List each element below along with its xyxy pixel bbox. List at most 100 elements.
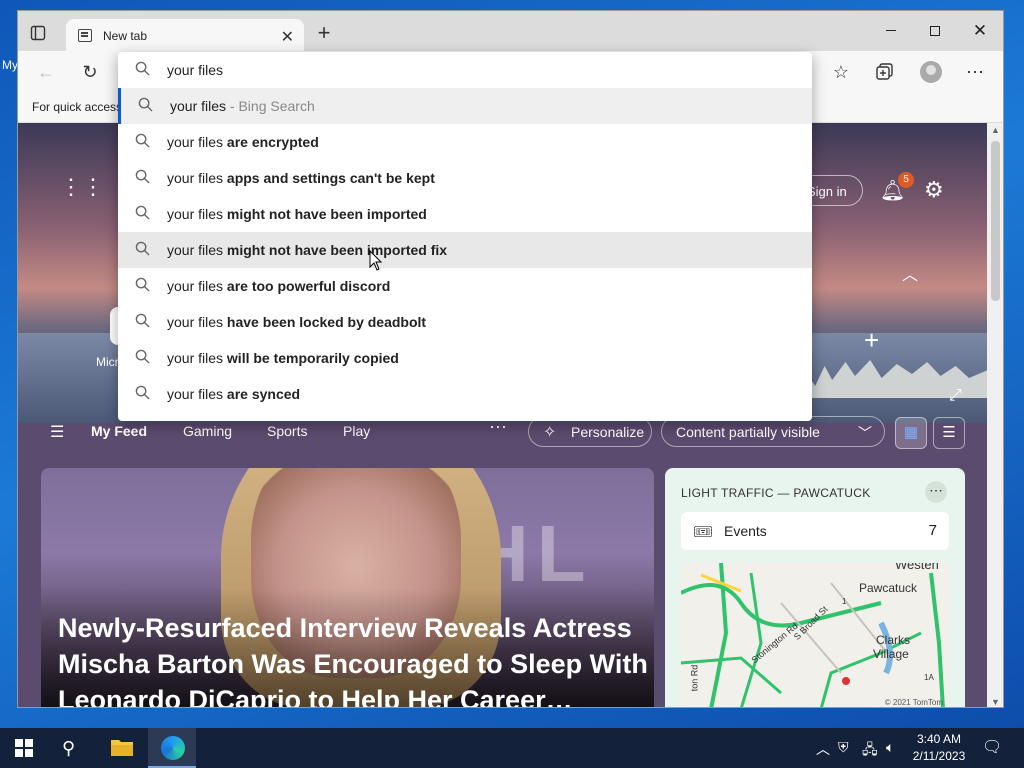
favorites-bar-hint: For quick access (32, 100, 123, 114)
profile-avatar[interactable] (920, 61, 942, 83)
scrollbar-thumb[interactable] (991, 141, 1000, 301)
feed-tab-gaming[interactable]: Gaming (183, 423, 232, 439)
edge-taskbar-button[interactable] (148, 728, 196, 768)
suggestion-prefix: your files (167, 170, 227, 186)
suggestion-text: your files are encrypted (167, 134, 319, 150)
windows-start-icon[interactable] (15, 739, 33, 757)
app-launcher-icon[interactable]: ⋮⋮ (60, 176, 104, 198)
search-icon (135, 169, 150, 184)
security-icon[interactable]: ⛨ (838, 739, 849, 756)
list-view-icon[interactable]: ☰ (933, 417, 965, 449)
map-route-1a: 1A (924, 673, 934, 682)
tab-new-tab[interactable]: New tab ✕ (66, 19, 304, 52)
back-arrow-icon[interactable]: ← (35, 61, 57, 83)
volume-icon[interactable]: 🔈︎ (886, 739, 894, 756)
minimize-button[interactable] (869, 17, 913, 45)
file-explorer-icon[interactable] (110, 737, 134, 757)
headline-title[interactable]: Newly-Resurfaced Interview Reveals Actre… (58, 610, 648, 707)
collections-icon[interactable] (874, 61, 896, 83)
show-hidden-icons[interactable]: ︿ (816, 739, 830, 759)
suggestion-text: your files have been locked by deadbolt (167, 314, 426, 330)
events-label: Events (724, 523, 767, 539)
search-icon (135, 313, 150, 328)
add-quick-link-icon[interactable]: + (864, 325, 879, 356)
expand-background-icon[interactable]: ⤢ (949, 387, 962, 405)
map-place-clarks: Clarks (876, 633, 911, 647)
search-suggestion[interactable]: your files have been locked by deadbolt (118, 304, 812, 340)
search-suggestion[interactable]: your files will be temporarily copied (118, 340, 812, 376)
scroll-down-icon[interactable]: ▼ (991, 697, 1000, 707)
suggestion-text: your files might not have been imported … (167, 242, 447, 258)
taskbar: ⚲ ︿ ⛨ 🖧︎ 🔈︎ 3:40 AM 2/11/2023 🗨︎ (0, 728, 1024, 768)
quick-link-label[interactable]: Micr (96, 355, 119, 369)
search-suggestion[interactable]: your files are synced (118, 376, 812, 412)
favorites-star-icon[interactable]: ☆ (830, 61, 852, 83)
search-suggestion[interactable]: your files might not have been imported (118, 196, 812, 232)
traffic-card[interactable]: LIGHT TRAFFIC — PAWCATUCK ⋯ 🎟︎ Events 7 (665, 468, 965, 707)
address-bar[interactable]: your files (118, 52, 812, 88)
clock-time: 3:40 AM (916, 732, 962, 746)
suggestion-completion: will be temporarily copied (226, 350, 399, 366)
traffic-title: LIGHT TRAFFIC — PAWCATUCK (681, 486, 871, 500)
suggestion-completion: are too powerful discord (226, 278, 391, 294)
events-count: 7 (928, 522, 937, 539)
feed-tab-play[interactable]: Play (343, 423, 370, 439)
action-center-icon[interactable]: 🗨︎ (982, 737, 1002, 757)
suggestion-text: your files will be temporarily copied (167, 350, 399, 366)
tab-actions-icon[interactable] (30, 25, 46, 41)
suggestion-text: your files might not have been imported (167, 206, 427, 222)
scroll-up-icon[interactable]: ▲ (991, 125, 1000, 135)
grid-view-icon[interactable]: ▦ (895, 417, 927, 449)
suggestion-text: your files - Bing Search (170, 98, 315, 114)
search-suggestion[interactable]: your files might not have been imported … (118, 232, 812, 268)
maximize-button[interactable] (913, 17, 957, 45)
taskbar-search-icon[interactable]: ⚲ (62, 738, 75, 759)
map-place-village: Village (873, 647, 909, 661)
more-options-icon[interactable]: ⋯ (964, 61, 986, 83)
traffic-map[interactable]: Westerl Pawcatuck Clarks Village Stoning… (681, 563, 949, 707)
suggestion-text: your files are synced (167, 386, 300, 402)
suggestion-completion: might not have been imported fix (226, 242, 448, 258)
map-place-pawcatuck: Pawcatuck (859, 581, 918, 595)
map-place-westerly: Westerl (895, 563, 939, 572)
new-tab-button[interactable]: + (312, 20, 336, 46)
feed-tab-sports[interactable]: Sports (267, 423, 307, 439)
suggestion-completion: are encrypted (226, 134, 319, 150)
search-suggestion[interactable]: your files apps and settings can't be ke… (118, 160, 812, 196)
search-icon (135, 61, 150, 76)
page-scrollbar[interactable]: ▲ ▼ (987, 123, 1003, 707)
chevron-up-icon[interactable]: ︿ (902, 261, 918, 285)
personalize-label: Personalize (571, 424, 645, 440)
personalize-sparkle-icon: ✧ (543, 424, 557, 441)
search-suggestion[interactable]: your files are too powerful discord (118, 268, 812, 304)
feed-tab-my-feed[interactable]: My Feed (91, 423, 147, 439)
feed-menu-icon[interactable]: ☰ (50, 422, 64, 442)
address-input[interactable]: your files (167, 62, 223, 78)
system-clock[interactable]: 3:40 AM 2/11/2023 (904, 731, 974, 765)
search-icon (135, 205, 150, 220)
edge-icon (161, 736, 185, 760)
search-icon (135, 133, 150, 148)
suggestion-prefix: your files (167, 278, 227, 294)
traffic-more-icon[interactable]: ⋯ (925, 481, 947, 503)
suggestion-prefix: your files (167, 206, 227, 222)
notification-badge: 5 (898, 172, 914, 188)
events-row[interactable]: 🎟︎ Events 7 (681, 512, 949, 550)
refresh-icon[interactable]: ↻ (79, 61, 101, 83)
suggestion-text: your files are too powerful discord (167, 278, 390, 294)
desktop-icon-label[interactable]: My (2, 58, 18, 72)
content-visibility-label: Content partially visible (676, 424, 820, 440)
page-settings-gear-icon[interactable]: ⚙ (924, 177, 944, 203)
headline-card[interactable]: HL Newly-Resurfaced Interview Reveals Ac… (41, 468, 654, 707)
tab-strip: New tab ✕ + ✕ (18, 11, 1003, 52)
network-icon[interactable]: 🖧︎ (862, 739, 878, 763)
search-icon (135, 385, 150, 400)
map-credit: © 2021 TomTom (884, 698, 943, 707)
suggestion-prefix: your files (170, 98, 227, 114)
search-suggestion[interactable]: your files - Bing Search (118, 88, 812, 124)
search-icon (135, 277, 150, 292)
close-window-button[interactable]: ✕ (958, 17, 1002, 45)
map-road-ston: ton Rd (689, 664, 700, 692)
search-suggestion[interactable]: your files are encrypted (118, 124, 812, 160)
close-tab-icon[interactable]: ✕ (281, 27, 294, 47)
